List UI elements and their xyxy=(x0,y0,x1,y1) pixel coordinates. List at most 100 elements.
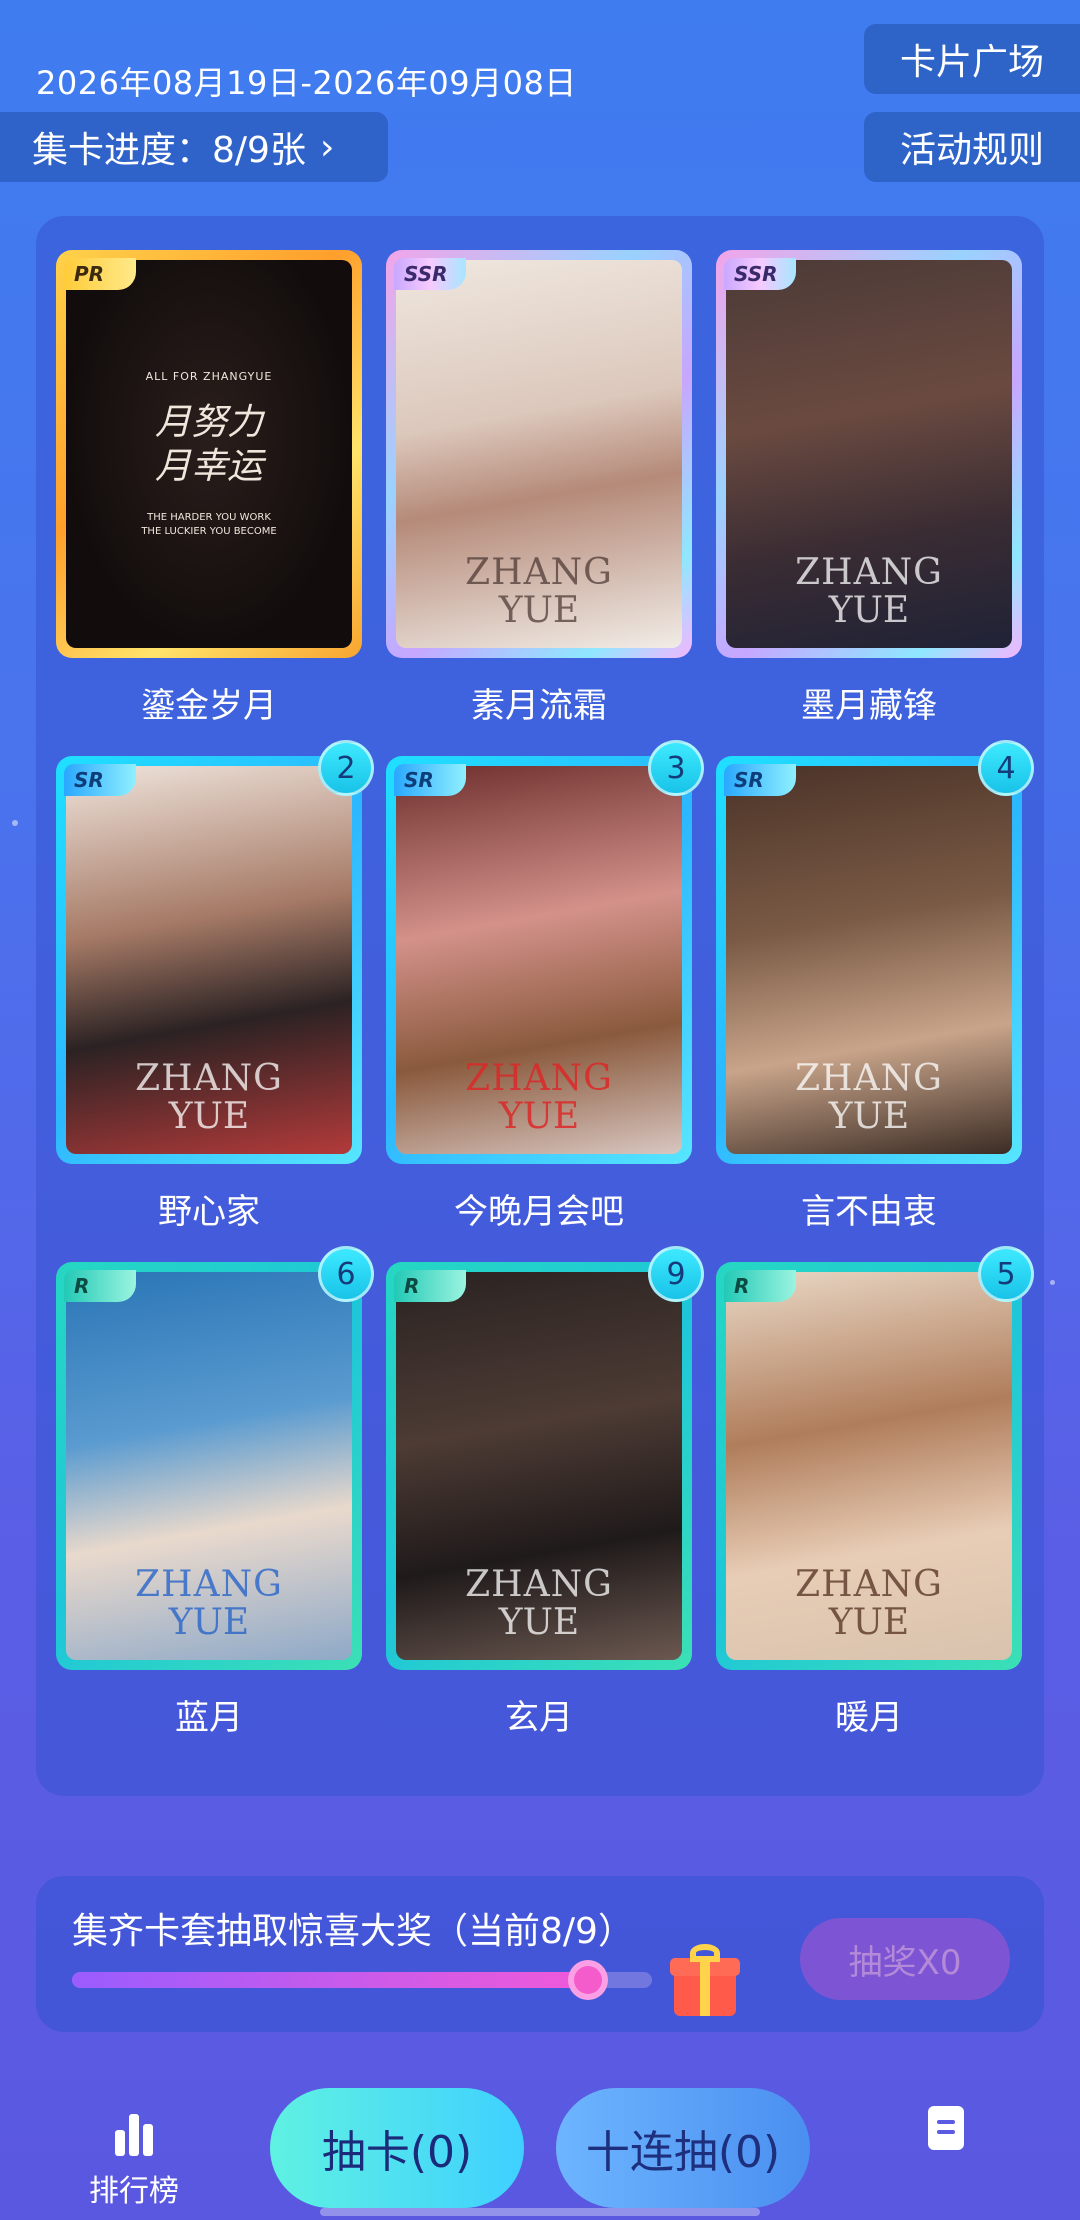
card-photo: ZHANG YUE xyxy=(726,1272,1012,1660)
card-item[interactable]: ZHANG YUE SR 2 野心家 xyxy=(56,740,374,1262)
watermark-line: YUE xyxy=(498,1602,580,1643)
rarity-badge: R xyxy=(724,1270,796,1302)
card-artwork: ALL FOR ZHANGYUE 月努力 月幸运 THE HARDER YOU … xyxy=(66,260,352,648)
card-frame: ZHANG YUE SR xyxy=(716,756,1022,1164)
card-count-badge: 5 xyxy=(978,1246,1034,1302)
art-caption-line: THE LUCKIER YOU BECOME xyxy=(141,525,277,537)
watermark-line: YUE xyxy=(828,590,910,631)
card-count-badge: 2 xyxy=(318,740,374,796)
card-watermark: ZHANG YUE xyxy=(726,1060,1012,1136)
watermark-line: ZHANG xyxy=(795,1564,943,1605)
collection-progress-button[interactable]: 集卡进度：8/9张 › xyxy=(0,112,388,182)
document-icon xyxy=(928,2106,964,2150)
event-rules-button[interactable]: 活动规则 xyxy=(864,112,1080,182)
collection-progress-label: 集卡进度：8/9张 xyxy=(32,130,306,171)
card-name: 今晚月会吧 xyxy=(454,1192,624,1232)
card-name: 鎏金岁月 xyxy=(141,686,277,726)
art-caption-bottom: THE HARDER YOU WORK THE LUCKIER YOU BECO… xyxy=(141,511,276,539)
card-plaza-button[interactable]: 卡片广场 xyxy=(864,24,1080,94)
art-caption-top: ALL FOR ZHANGYUE xyxy=(145,369,273,383)
watermark-line: ZHANG xyxy=(135,1564,283,1605)
rarity-badge: SR xyxy=(724,764,796,796)
watermark-line: YUE xyxy=(168,1096,250,1137)
watermark-line: ZHANG xyxy=(465,552,613,593)
card-name: 暖月 xyxy=(835,1698,903,1738)
card-item[interactable]: ZHANG YUE SSR 素月流霜 xyxy=(386,250,692,756)
card-photo: ZHANG YUE xyxy=(66,1272,352,1660)
card-item[interactable]: ZHANG YUE SR 3 今晚月会吧 xyxy=(386,740,704,1262)
card-photo: ZHANG YUE xyxy=(726,260,1012,648)
watermark-line: YUE xyxy=(828,1096,910,1137)
watermark-line: YUE xyxy=(828,1602,910,1643)
watermark-line: YUE xyxy=(498,590,580,631)
rarity-badge: SSR xyxy=(724,258,796,290)
card-frame: ZHANG YUE SSR xyxy=(716,250,1022,658)
event-date-range: 2026年08月19日-2026年09月08日 xyxy=(36,64,577,102)
watermark-line: ZHANG xyxy=(795,1058,943,1099)
card-item[interactable]: ZHANG YUE R 5 暖月 xyxy=(716,1246,1034,1768)
rarity-badge: R xyxy=(394,1270,466,1302)
records-nav-button[interactable] xyxy=(876,2106,1016,2150)
draw-single-button[interactable]: 抽卡(0) xyxy=(270,2088,524,2208)
home-indicator xyxy=(320,2208,760,2216)
card-watermark: ZHANG YUE xyxy=(396,1060,682,1136)
card-photo: ZHANG YUE xyxy=(396,260,682,648)
lottery-draw-button[interactable]: 抽奖X0 xyxy=(800,1918,1010,2000)
chevron-right-icon: › xyxy=(319,126,335,168)
card-photo: ZHANG YUE xyxy=(66,766,352,1154)
card-count-badge: 9 xyxy=(648,1246,704,1302)
card-count-badge: 3 xyxy=(648,740,704,796)
card-name: 墨月藏锋 xyxy=(801,686,937,726)
card-watermark: ZHANG YUE xyxy=(396,554,682,630)
card-photo: ZHANG YUE xyxy=(396,766,682,1154)
sparkle-decoration xyxy=(12,820,18,826)
watermark-line: ZHANG xyxy=(465,1058,613,1099)
draw-ten-button[interactable]: 十连抽(0) xyxy=(556,2088,810,2208)
card-frame: ALL FOR ZHANGYUE 月努力 月幸运 THE HARDER YOU … xyxy=(56,250,362,658)
rarity-badge: R xyxy=(64,1270,136,1302)
art-calligraphy-line1: 月努力 xyxy=(154,401,263,443)
card-name: 素月流霜 xyxy=(471,686,607,726)
card-photo: ZHANG YUE xyxy=(396,1272,682,1660)
card-frame: ZHANG YUE SR xyxy=(386,756,692,1164)
ranking-bars-icon xyxy=(64,2106,204,2156)
card-frame: ZHANG YUE R xyxy=(716,1262,1022,1670)
card-watermark: ZHANG YUE xyxy=(66,1060,352,1136)
lottery-progress-knob xyxy=(568,1960,608,2000)
card-frame: ZHANG YUE SR xyxy=(56,756,362,1164)
rarity-badge: SR xyxy=(394,764,466,796)
lottery-progress-panel: 集齐卡套抽取惊喜大奖（当前8/9） 抽奖X0 xyxy=(36,1876,1044,2032)
art-calligraphy-line2: 月幸运 xyxy=(154,445,263,487)
card-name: 野心家 xyxy=(158,1192,260,1232)
art-caption-line: THE HARDER YOU WORK xyxy=(147,511,271,523)
card-frame: ZHANG YUE R xyxy=(386,1262,692,1670)
card-collection-panel: ALL FOR ZHANGYUE 月努力 月幸运 THE HARDER YOU … xyxy=(36,216,1044,1796)
rarity-badge: SSR xyxy=(394,258,466,290)
card-item[interactable]: ZHANG YUE SR 4 言不由衷 xyxy=(716,740,1034,1262)
card-watermark: ZHANG YUE xyxy=(726,1566,1012,1642)
ranking-nav-button[interactable]: 排行榜 xyxy=(64,2106,204,2210)
watermark-line: YUE xyxy=(168,1602,250,1643)
lottery-title: 集齐卡套抽取惊喜大奖（当前8/9） xyxy=(72,1911,634,1952)
rarity-badge: PR xyxy=(64,258,136,290)
lottery-progress-fill xyxy=(72,1972,588,1988)
card-count-badge: 6 xyxy=(318,1246,374,1302)
card-item[interactable]: ZHANG YUE R 6 蓝月 xyxy=(56,1246,374,1768)
card-watermark: ZHANG YUE xyxy=(396,1566,682,1642)
watermark-line: ZHANG xyxy=(135,1058,283,1099)
card-grid: ALL FOR ZHANGYUE 月努力 月幸运 THE HARDER YOU … xyxy=(56,250,1034,1768)
card-count-badge: 4 xyxy=(978,740,1034,796)
card-name: 蓝月 xyxy=(175,1698,243,1738)
card-watermark: ZHANG YUE xyxy=(66,1566,352,1642)
card-frame: ZHANG YUE R xyxy=(56,1262,362,1670)
card-photo: ZHANG YUE xyxy=(726,766,1012,1154)
calligraphy-art: ALL FOR ZHANGYUE 月努力 月幸运 THE HARDER YOU … xyxy=(66,260,352,648)
watermark-line: ZHANG xyxy=(795,552,943,593)
card-item[interactable]: ALL FOR ZHANGYUE 月努力 月幸运 THE HARDER YOU … xyxy=(56,250,362,756)
rarity-badge: SR xyxy=(64,764,136,796)
card-name: 玄月 xyxy=(505,1698,573,1738)
card-frame: ZHANG YUE SSR xyxy=(386,250,692,658)
card-name: 言不由衷 xyxy=(801,1192,937,1232)
card-item[interactable]: ZHANG YUE SSR 墨月藏锋 xyxy=(716,250,1022,756)
card-item[interactable]: ZHANG YUE R 9 玄月 xyxy=(386,1246,704,1768)
